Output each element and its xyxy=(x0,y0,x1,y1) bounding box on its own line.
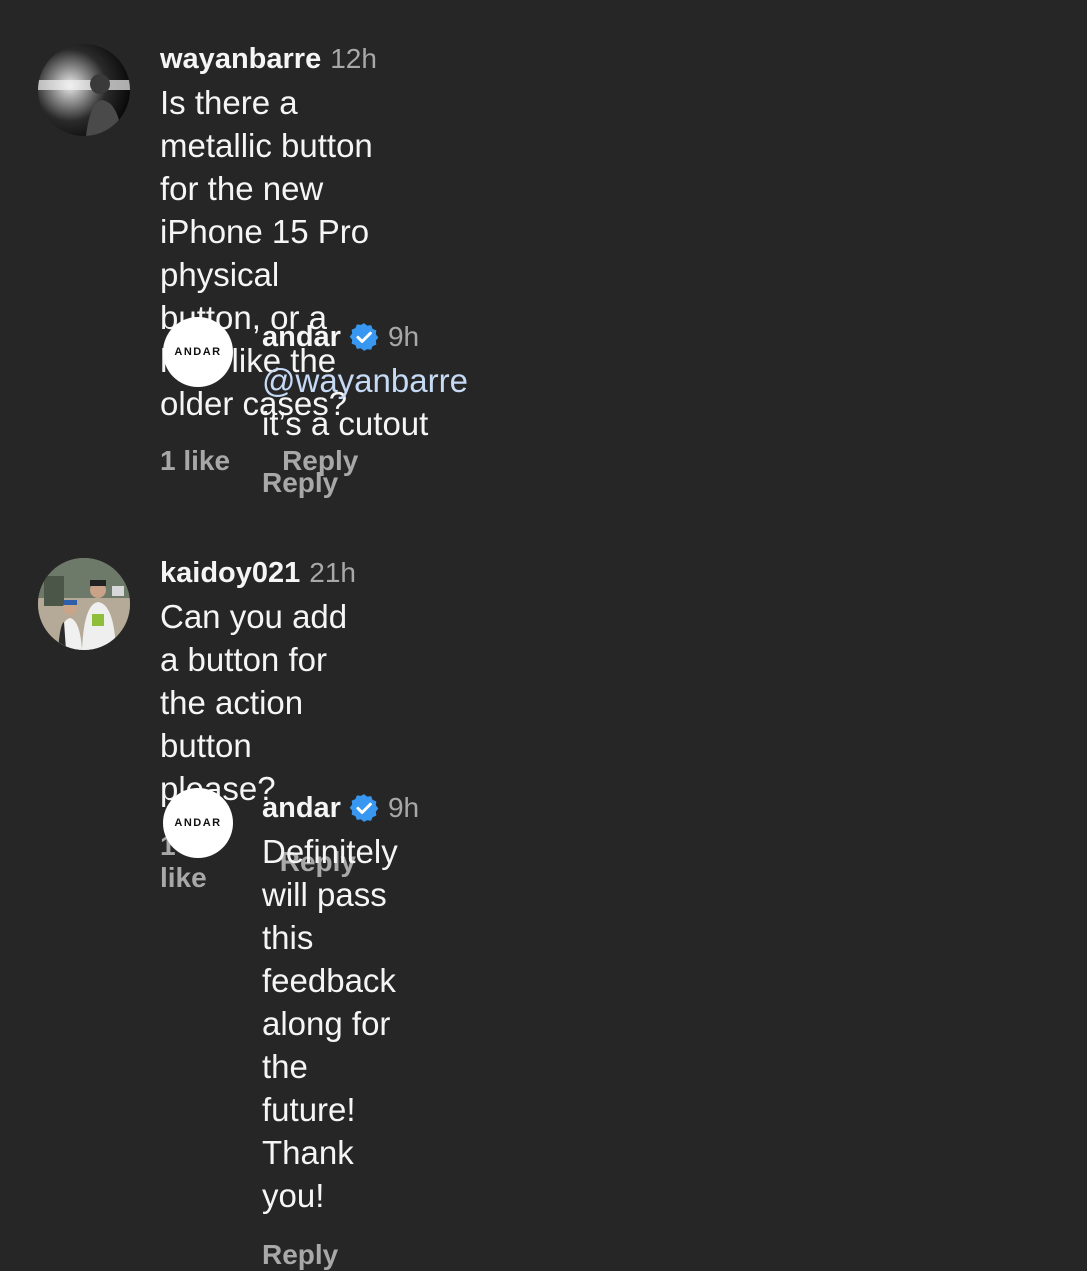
reply-button[interactable]: Reply xyxy=(262,1239,338,1271)
comment-body: andar 9h @wayanbarre it’s a cutout Reply xyxy=(262,320,468,499)
comment-text: @wayanbarre it’s a cutout xyxy=(262,359,468,445)
timestamp: 21h xyxy=(309,557,356,588)
avatar[interactable] xyxy=(38,44,130,136)
comment-actions: Reply xyxy=(262,1239,419,1271)
comment-text: Can you add a button for the action butt… xyxy=(160,598,348,807)
timestamp: 9h xyxy=(387,321,420,352)
avatar[interactable]: ANDAR xyxy=(163,317,233,387)
username[interactable]: andar xyxy=(262,321,341,354)
avatar[interactable] xyxy=(38,558,130,650)
comment-text: Definitely will pass this feedback along… xyxy=(262,833,398,1214)
username[interactable]: kaidoy021 xyxy=(160,557,300,590)
comment-header: andar 9h xyxy=(262,791,419,825)
avatar[interactable]: ANDAR xyxy=(163,788,233,858)
comment-header: wayanbarre 12h xyxy=(160,42,377,76)
andar-logo: ANDAR xyxy=(174,346,222,358)
comment-header: andar 9h xyxy=(262,320,468,354)
andar-logo: ANDAR xyxy=(174,817,222,829)
username[interactable]: wayanbarre xyxy=(160,43,321,76)
comment-text-body: it’s a cutout xyxy=(262,405,429,442)
comment-body: andar 9h Definitely will pass this feedb… xyxy=(262,791,419,1271)
verified-badge-icon xyxy=(349,794,379,822)
verified-badge-icon xyxy=(349,323,379,351)
comment-header: kaidoy021 21h xyxy=(160,556,356,590)
username[interactable]: andar xyxy=(262,792,341,825)
reply-button[interactable]: Reply xyxy=(262,467,338,499)
user-mention[interactable]: @wayanbarre xyxy=(262,362,468,399)
timestamp: 12h xyxy=(330,43,377,74)
comment-actions: Reply xyxy=(262,467,468,499)
timestamp: 9h xyxy=(387,792,420,823)
likes-count[interactable]: 1 like xyxy=(160,445,230,477)
